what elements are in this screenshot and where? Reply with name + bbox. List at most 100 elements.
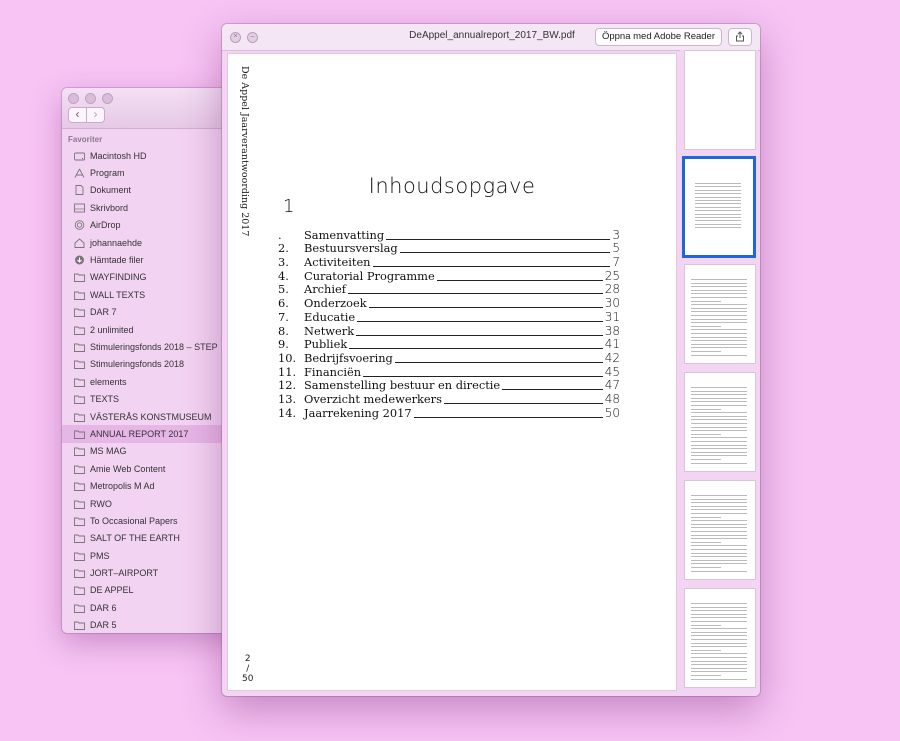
thumbnail-text-line [691, 347, 747, 349]
toc-entry: 7. Educatie 31 [278, 310, 620, 324]
toc-entry-label: Curatorial Programme [304, 268, 435, 283]
close-button[interactable] [68, 93, 79, 104]
toc-entry-label: Onderzoek [304, 296, 367, 311]
sidebar-item-label: elements [90, 376, 127, 387]
toc-entry-page: 47 [604, 378, 620, 393]
thumbnail-text-line [691, 646, 747, 648]
toc-entry-leader [436, 279, 603, 281]
sidebar-item-label: DE APPEL [90, 585, 134, 596]
thumbnail-text-line [691, 289, 747, 291]
toc-entry-number: 7. [278, 309, 289, 324]
toc-entry-label: Archief [304, 282, 346, 297]
thumbnail-text-line [691, 441, 747, 442]
thumbnail-text-line [695, 227, 741, 229]
page-thumbnail[interactable] [684, 480, 756, 580]
sidebar-item-label: TEXTS [90, 394, 120, 405]
folder-icon [74, 517, 85, 526]
toc-entry-leader [399, 252, 611, 254]
toc-entry-leader [372, 266, 611, 268]
toc-entry: 14. Jaarrekening 2017 50 [278, 406, 620, 420]
toc-entry-label: Jaarrekening 2017 [304, 405, 412, 420]
thumbnail-text-line [691, 667, 747, 669]
toc-entry-leader [413, 416, 603, 418]
toc-entry: 4. Curatorial Programme 25 [278, 269, 620, 283]
applications-icon [74, 168, 85, 178]
thumbnail-text-line [691, 462, 747, 464]
thumbnail-text-line [691, 502, 747, 504]
toc-entry-label: Samenvatting [304, 227, 385, 242]
thumbnail-text-line [691, 538, 747, 540]
toc-entry-number: 13. [278, 392, 297, 407]
thumbnail-text-line [691, 603, 747, 604]
thumbnail-text-line [691, 649, 721, 651]
page-thumbnail[interactable] [684, 588, 756, 688]
thumbnail-text-line [691, 408, 721, 410]
toc-entry-number: 4. [278, 268, 289, 283]
toc-entry-number: 5. [278, 282, 289, 297]
page-total: 50 [242, 674, 254, 684]
thumbnail-text-line [695, 200, 741, 201]
thumbnail-text-line [691, 437, 747, 439]
thumbnail-text-line [691, 329, 747, 331]
toc-entry-leader [349, 348, 603, 350]
document-icon [75, 185, 84, 196]
folder-icon [74, 378, 85, 387]
thumbnail-text-line [695, 206, 741, 208]
thumbnail-text-line [691, 279, 747, 280]
thumbnail-text-line [691, 631, 747, 633]
toc-entry-page: 30 [604, 296, 620, 311]
folder-icon [74, 395, 85, 405]
toc-entry-page: 5 [612, 241, 620, 256]
window-controls [68, 93, 113, 104]
thumbnail-text-line [691, 311, 747, 313]
thumbnail-text-line [691, 419, 747, 421]
toc-entry-label: Activiteiten [304, 255, 371, 270]
back-button[interactable]: ‹ [69, 108, 86, 122]
thumbnail-text-line [691, 520, 747, 522]
thumbnail-text-line [695, 213, 741, 215]
open-with-adobe-reader-button[interactable]: Öppna med Adobe Reader [594, 28, 722, 46]
thumbnail-text-line [691, 505, 747, 507]
zoom-button[interactable] [102, 93, 113, 104]
toc-entry-label: Samenstelling bestuur en directie [304, 378, 501, 393]
toc-entry-number: 8. [278, 323, 289, 338]
page-thumbnail[interactable] [684, 264, 756, 364]
sidebar-item-label: WALL TEXTS [90, 289, 146, 300]
thumbnail-text-line [691, 390, 747, 392]
sidebar-item-label: MS MAG [90, 446, 127, 457]
folder-icon [74, 291, 85, 300]
share-button[interactable] [728, 28, 752, 46]
sidebar-item-label: DAR 5 [90, 620, 117, 631]
page-separator: / [246, 664, 250, 674]
thumbnail-text-line [691, 610, 747, 612]
sidebar-item-label: Dokument [90, 185, 132, 196]
sidebar-item-label: Amie Web Content [90, 463, 166, 474]
toc-heading: Inhoudsopgave [368, 174, 536, 198]
thumbnail-text-line [691, 664, 747, 666]
folder-icon [74, 343, 85, 352]
minimize-button[interactable] [85, 93, 96, 104]
page-number: 2 / 50 [242, 654, 253, 684]
sidebar-item-label: DAR 6 [90, 602, 117, 613]
close-button[interactable]: × [230, 32, 241, 43]
page-thumbnail[interactable] [684, 372, 756, 472]
desktop-icon [74, 203, 85, 213]
page-thumbnail[interactable] [684, 50, 756, 150]
sidebar-item-label: SALT OF THE EARTH [90, 533, 180, 544]
thumbnail-text-line [691, 412, 747, 414]
forward-button[interactable]: › [86, 108, 104, 122]
toc-entry-leader [357, 320, 603, 322]
thumbnail-text-line [691, 549, 747, 550]
page-thumbnail[interactable] [682, 156, 756, 258]
thumbnail-text-line [691, 405, 747, 406]
sidebar-item-label: To Occasional Papers [90, 515, 178, 526]
folder-icon [74, 604, 85, 613]
thumbnail-text-line [691, 534, 747, 536]
home-icon [74, 238, 85, 248]
thumbnail-text-line [691, 297, 747, 298]
folder-icon [74, 447, 85, 457]
thumbnail-text-line [691, 563, 747, 565]
thumbnail-text-line [695, 189, 741, 191]
toc-entry-number: 6. [278, 296, 289, 311]
minimize-button[interactable]: – [247, 32, 258, 43]
